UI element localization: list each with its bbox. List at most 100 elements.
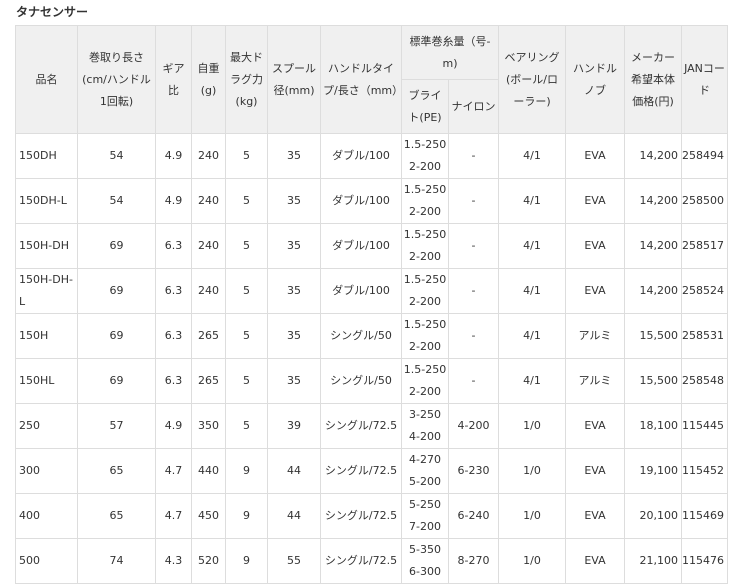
cell-bearing: 1/0 [498, 448, 566, 494]
cell-name: 150H [15, 313, 78, 359]
cell-braid: 1.5-250 2-200 [401, 133, 449, 179]
cell-bearing: 4/1 [498, 358, 566, 404]
cell-name: 150H-DH [15, 223, 78, 269]
cell-nylon: - [448, 133, 499, 179]
cell-bearing: 1/0 [498, 538, 566, 584]
cell-spool-diameter: 55 [267, 538, 321, 584]
cell-bearing: 1/0 [498, 493, 566, 539]
cell-winding-length: 69 [77, 358, 156, 404]
braid-line-2: 4-200 [409, 430, 441, 443]
cell-knob: EVA [565, 268, 625, 314]
cell-gear-ratio: 4.9 [155, 133, 192, 179]
cell-weight: 265 [191, 313, 226, 359]
cell-gear-ratio: 4.7 [155, 493, 192, 539]
cell-winding-length: 69 [77, 268, 156, 314]
cell-handle: シングル/72.5 [320, 403, 402, 449]
cell-knob: EVA [565, 538, 625, 584]
cell-spool-diameter: 39 [267, 403, 321, 449]
cell-price: 20,100 [624, 493, 682, 539]
cell-braid: 5-250 7-200 [401, 493, 449, 539]
cell-winding-length: 54 [77, 178, 156, 224]
braid-line-2: 2-200 [409, 160, 441, 173]
braid-line-2: 2-200 [409, 250, 441, 263]
cell-max-drag: 5 [225, 403, 268, 449]
header-winding-length: 巻取り長さ(cm/ハンドル1回転) [77, 25, 156, 134]
braid-line-2: 2-200 [409, 385, 441, 398]
cell-nylon: - [448, 358, 499, 404]
cell-weight: 240 [191, 223, 226, 269]
cell-name: 400 [15, 493, 78, 539]
table-row: 150H-DH 69 6.3 240 5 35 ダブル/100 1.5-250 2-200-4/… [15, 223, 728, 269]
cell-name: 150DH-L [15, 178, 78, 224]
cell-gear-ratio: 6.3 [155, 223, 192, 269]
cell-handle: シングル/72.5 [320, 538, 402, 584]
cell-nylon: - [448, 223, 499, 269]
cell-bearing: 4/1 [498, 178, 566, 224]
cell-knob: EVA [565, 448, 625, 494]
cell-knob: アルミ [565, 358, 625, 404]
cell-bearing: 4/1 [498, 268, 566, 314]
cell-price: 14,200 [624, 178, 682, 224]
braid-line-1: 1.5-250 [403, 363, 447, 376]
header-bearing: ベアリング(ボール/ローラー) [498, 25, 566, 134]
cell-knob: EVA [565, 493, 625, 539]
cell-name: 150H-DH-L [15, 268, 78, 314]
cell-jan: 115476 [681, 538, 728, 584]
cell-braid: 3-250 4-200 [401, 403, 449, 449]
cell-weight: 440 [191, 448, 226, 494]
cell-name: 250 [15, 403, 78, 449]
braid-line-1: 4-270 [409, 453, 441, 466]
braid-line-1: 1.5-250 [403, 183, 447, 196]
cell-handle: シングル/50 [320, 313, 402, 359]
table-row: 150H-DH-L 69 6.3 240 5 35 ダブル/100 1.5-250 2-200-… [15, 268, 728, 314]
cell-spool-diameter: 44 [267, 448, 321, 494]
cell-gear-ratio: 6.3 [155, 268, 192, 314]
cell-winding-length: 69 [77, 313, 156, 359]
cell-handle: ダブル/100 [320, 178, 402, 224]
header-gear-ratio: ギア比 [155, 25, 192, 134]
cell-price: 14,200 [624, 268, 682, 314]
braid-line-1: 1.5-250 [403, 273, 447, 286]
cell-braid: 1.5-250 2-200 [401, 178, 449, 224]
braid-line-1: 1.5-250 [403, 138, 447, 151]
braid-line-1: 5-250 [409, 498, 441, 511]
cell-nylon: 6-240 [448, 493, 499, 539]
header-name: 品名 [15, 25, 78, 134]
cell-bearing: 4/1 [498, 313, 566, 359]
cell-weight: 265 [191, 358, 226, 404]
cell-spool-diameter: 35 [267, 313, 321, 359]
cell-knob: EVA [565, 133, 625, 179]
cell-knob: EVA [565, 223, 625, 269]
cell-spool-diameter: 44 [267, 493, 321, 539]
cell-winding-length: 57 [77, 403, 156, 449]
cell-gear-ratio: 4.9 [155, 403, 192, 449]
cell-bearing: 4/1 [498, 133, 566, 179]
cell-price: 14,200 [624, 133, 682, 179]
cell-winding-length: 65 [77, 448, 156, 494]
braid-line-1: 1.5-250 [403, 318, 447, 331]
header-price: メーカー希望本体価格(円) [624, 25, 682, 134]
cell-nylon: 8-270 [448, 538, 499, 584]
spec-table-body: 150DH 54 4.9 240 5 35 ダブル/100 1.5-250 2-200-4/1 E… [15, 133, 728, 584]
cell-price: 19,100 [624, 448, 682, 494]
header-handle: ハンドルタイプ/長さ（mm） [320, 25, 402, 134]
cell-winding-length: 65 [77, 493, 156, 539]
header-nylon: ナイロン [448, 79, 499, 134]
cell-name: 150DH [15, 133, 78, 179]
spec-table: 品名 巻取り長さ(cm/ハンドル1回転) ギア比 自重(g) 最大ドラグ力(kg… [15, 25, 728, 584]
cell-max-drag: 5 [225, 313, 268, 359]
cell-max-drag: 5 [225, 223, 268, 269]
table-row: 150H 69 6.3 265 5 35 シングル/50 1.5-250 2-200-4/1 アル… [15, 313, 728, 359]
cell-max-drag: 5 [225, 178, 268, 224]
cell-weight: 450 [191, 493, 226, 539]
cell-gear-ratio: 6.3 [155, 358, 192, 404]
table-row: 400 65 4.7 450 9 44 シングル/72.5 5-250 7-200 6-240 1/… [15, 493, 728, 539]
cell-nylon: 4-200 [448, 403, 499, 449]
cell-nylon: - [448, 313, 499, 359]
cell-nylon: - [448, 268, 499, 314]
cell-braid: 1.5-250 2-200 [401, 223, 449, 269]
cell-nylon: - [448, 178, 499, 224]
cell-spool-diameter: 35 [267, 268, 321, 314]
cell-weight: 240 [191, 178, 226, 224]
cell-braid: 4-270 5-200 [401, 448, 449, 494]
